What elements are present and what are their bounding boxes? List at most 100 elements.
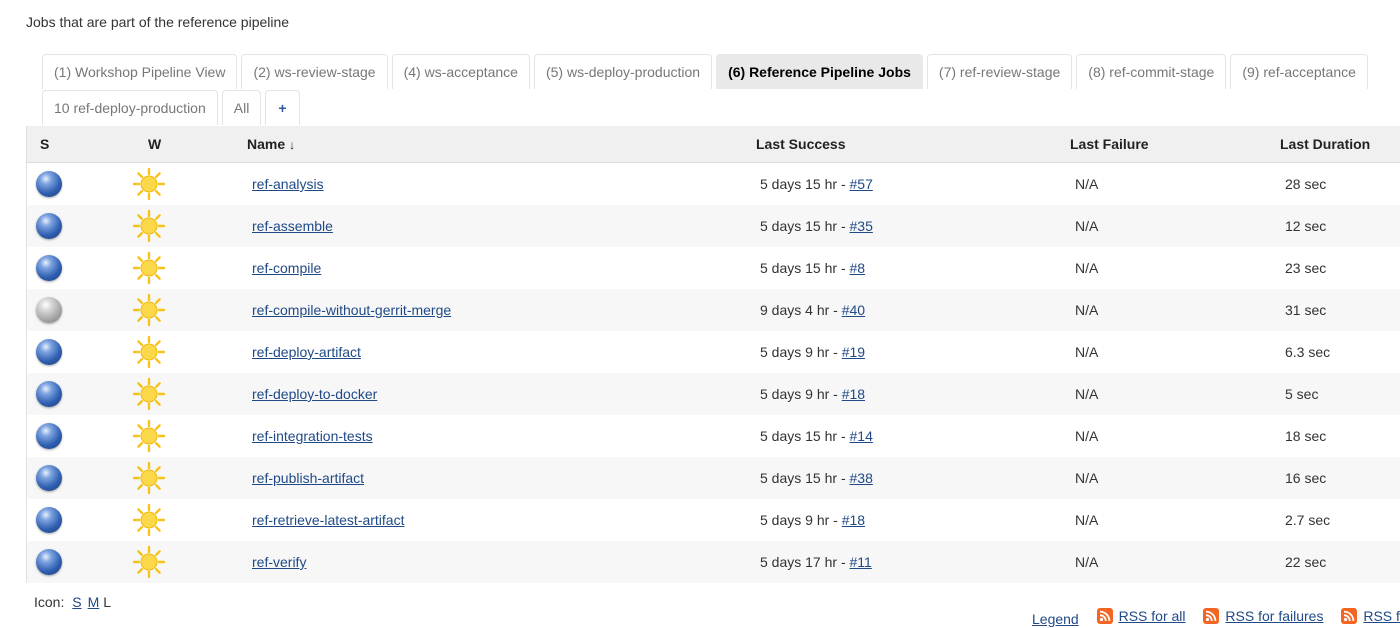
tab-ws-acceptance[interactable]: (4) ws-acceptance — [391, 54, 530, 89]
job-name-link[interactable]: ref-analysis — [252, 176, 324, 192]
status-cell — [26, 162, 132, 205]
last-success-build-link[interactable]: #35 — [850, 218, 873, 234]
tab-workshop-pipeline-view[interactable]: (1) Workshop Pipeline View — [42, 54, 238, 89]
build-status-ball-icon[interactable] — [36, 255, 62, 281]
last-duration-cell: 18 sec — [1280, 415, 1400, 457]
last-success-build-link[interactable]: #14 — [850, 428, 873, 444]
sunny-weather-icon[interactable] — [132, 209, 166, 246]
rss-latest-link[interactable]: RSS for just latest builds — [1363, 608, 1400, 624]
rss-all-link[interactable]: RSS for all — [1119, 608, 1186, 624]
footer-links: Legend RSS for all RSS for failures RSS … — [1032, 608, 1400, 627]
job-name-link[interactable]: ref-compile-without-gerrit-merge — [252, 302, 451, 318]
last-success-build-link[interactable]: #18 — [842, 386, 865, 402]
last-success-build-link[interactable]: #18 — [842, 512, 865, 528]
status-cell — [26, 457, 132, 499]
icon-size-medium-link[interactable]: M — [88, 594, 100, 610]
job-name-link[interactable]: ref-assemble — [252, 218, 333, 234]
last-duration-cell: 5 sec — [1280, 373, 1400, 415]
tab-ref-acceptance[interactable]: (9) ref-acceptance — [1230, 54, 1368, 89]
last-success-build-link[interactable]: #38 — [850, 470, 873, 486]
sunny-weather-icon[interactable] — [132, 293, 166, 330]
job-rows: ref-analysis 5 days 15 hr - #57 N/A 28 sec r… — [26, 162, 1400, 583]
tab-ws-deploy-production[interactable]: (5) ws-deploy-production — [533, 54, 713, 89]
build-status-ball-icon[interactable] — [36, 381, 62, 407]
last-success-cell: 5 days 17 hr - #11 — [756, 541, 1070, 583]
header-weather[interactable]: W — [132, 126, 230, 163]
rss-failures-item: RSS for failures — [1203, 608, 1323, 624]
build-status-ball-icon[interactable] — [36, 339, 62, 365]
build-status-ball-icon[interactable] — [36, 507, 62, 533]
job-name-cell: ref-verify — [230, 541, 756, 583]
job-name-link[interactable]: ref-deploy-artifact — [252, 344, 361, 360]
add-view-tab-button[interactable]: + — [265, 90, 300, 125]
weather-cell — [132, 499, 230, 541]
last-success-cell: 5 days 15 hr - #35 — [756, 205, 1070, 247]
status-cell — [26, 541, 132, 583]
last-success-cell: 5 days 9 hr - #18 — [756, 373, 1070, 415]
icon-size-small-link[interactable]: S — [72, 594, 81, 610]
header-last-duration[interactable]: Last Duration — [1280, 126, 1400, 163]
header-name[interactable]: Name ↓ — [230, 126, 756, 163]
header-last-failure-label: Last Failure — [1070, 136, 1149, 152]
header-weather-label: W — [148, 136, 162, 152]
header-status[interactable]: S — [26, 126, 132, 163]
job-name-link[interactable]: ref-deploy-to-docker — [252, 386, 377, 402]
job-name-cell: ref-publish-artifact — [230, 457, 756, 499]
header-last-success[interactable]: Last Success — [756, 126, 1070, 163]
last-duration-cell: 31 sec — [1280, 289, 1400, 331]
rss-icon — [1203, 608, 1220, 624]
jenkins-view-page: Jobs that are part of the reference pipe… — [0, 0, 1400, 628]
job-name-cell: ref-retrieve-latest-artifact — [230, 499, 756, 541]
table-row: ref-publish-artifact 5 days 15 hr - #38 N/… — [26, 457, 1400, 499]
sunny-weather-icon[interactable] — [132, 251, 166, 288]
last-duration-cell: 28 sec — [1280, 162, 1400, 205]
last-duration-cell: 22 sec — [1280, 541, 1400, 583]
job-name-link[interactable]: ref-verify — [252, 554, 306, 570]
last-success-time: 5 days 15 hr - — [760, 470, 850, 486]
icon-size-large-current: L — [103, 594, 112, 610]
last-success-build-link[interactable]: #11 — [850, 554, 872, 570]
tab-all[interactable]: All — [221, 90, 262, 125]
weather-cell — [132, 457, 230, 499]
tab-ref-commit-stage[interactable]: (8) ref-commit-stage — [1076, 54, 1227, 89]
tab-ws-review-stage[interactable]: (2) ws-review-stage — [241, 54, 388, 89]
tab-reference-pipeline-jobs[interactable]: (6) Reference Pipeline Jobs — [716, 54, 923, 89]
job-name-cell: ref-analysis — [230, 162, 756, 205]
rss-failures-link[interactable]: RSS for failures — [1225, 608, 1323, 624]
tab-ref-deploy-production[interactable]: 10 ref-deploy-production — [42, 90, 218, 125]
build-status-ball-icon[interactable] — [36, 549, 62, 575]
job-name-cell: ref-deploy-to-docker — [230, 373, 756, 415]
sunny-weather-icon[interactable] — [132, 545, 166, 582]
build-status-ball-icon[interactable] — [36, 465, 62, 491]
job-name-link[interactable]: ref-publish-artifact — [252, 470, 364, 486]
last-success-build-link[interactable]: #8 — [850, 260, 866, 276]
job-name-link[interactable]: ref-retrieve-latest-artifact — [252, 512, 404, 528]
sunny-weather-icon[interactable] — [132, 335, 166, 372]
last-success-cell: 5 days 15 hr - #14 — [756, 415, 1070, 457]
rss-latest-item: RSS for just latest builds — [1341, 608, 1400, 624]
last-duration-cell: 12 sec — [1280, 205, 1400, 247]
header-last-failure[interactable]: Last Failure — [1070, 126, 1280, 163]
build-status-ball-icon[interactable] — [36, 171, 62, 197]
icon-size-selector: Icon: SML — [34, 594, 111, 610]
tab-ref-review-stage[interactable]: (7) ref-review-stage — [926, 54, 1073, 89]
table-row: ref-deploy-artifact 5 days 9 hr - #19 N/A 6… — [26, 331, 1400, 373]
status-cell — [26, 247, 132, 289]
build-status-ball-icon[interactable] — [36, 213, 62, 239]
sunny-weather-icon[interactable] — [132, 377, 166, 414]
build-status-ball-icon[interactable] — [36, 297, 62, 323]
job-name-cell: ref-compile — [230, 247, 756, 289]
build-status-ball-icon[interactable] — [36, 423, 62, 449]
sunny-weather-icon[interactable] — [132, 503, 166, 540]
last-success-build-link[interactable]: #57 — [850, 176, 873, 192]
job-name-link[interactable]: ref-integration-tests — [252, 428, 373, 444]
weather-cell — [132, 205, 230, 247]
last-success-build-link[interactable]: #19 — [842, 344, 865, 360]
legend-link[interactable]: Legend — [1032, 611, 1079, 627]
last-success-build-link[interactable]: #40 — [842, 302, 865, 318]
table-header-row: S W Name ↓ Last Success Last Failure Last… — [26, 126, 1400, 163]
sunny-weather-icon[interactable] — [132, 419, 166, 456]
sunny-weather-icon[interactable] — [132, 167, 166, 204]
job-name-link[interactable]: ref-compile — [252, 260, 321, 276]
sunny-weather-icon[interactable] — [132, 461, 166, 498]
